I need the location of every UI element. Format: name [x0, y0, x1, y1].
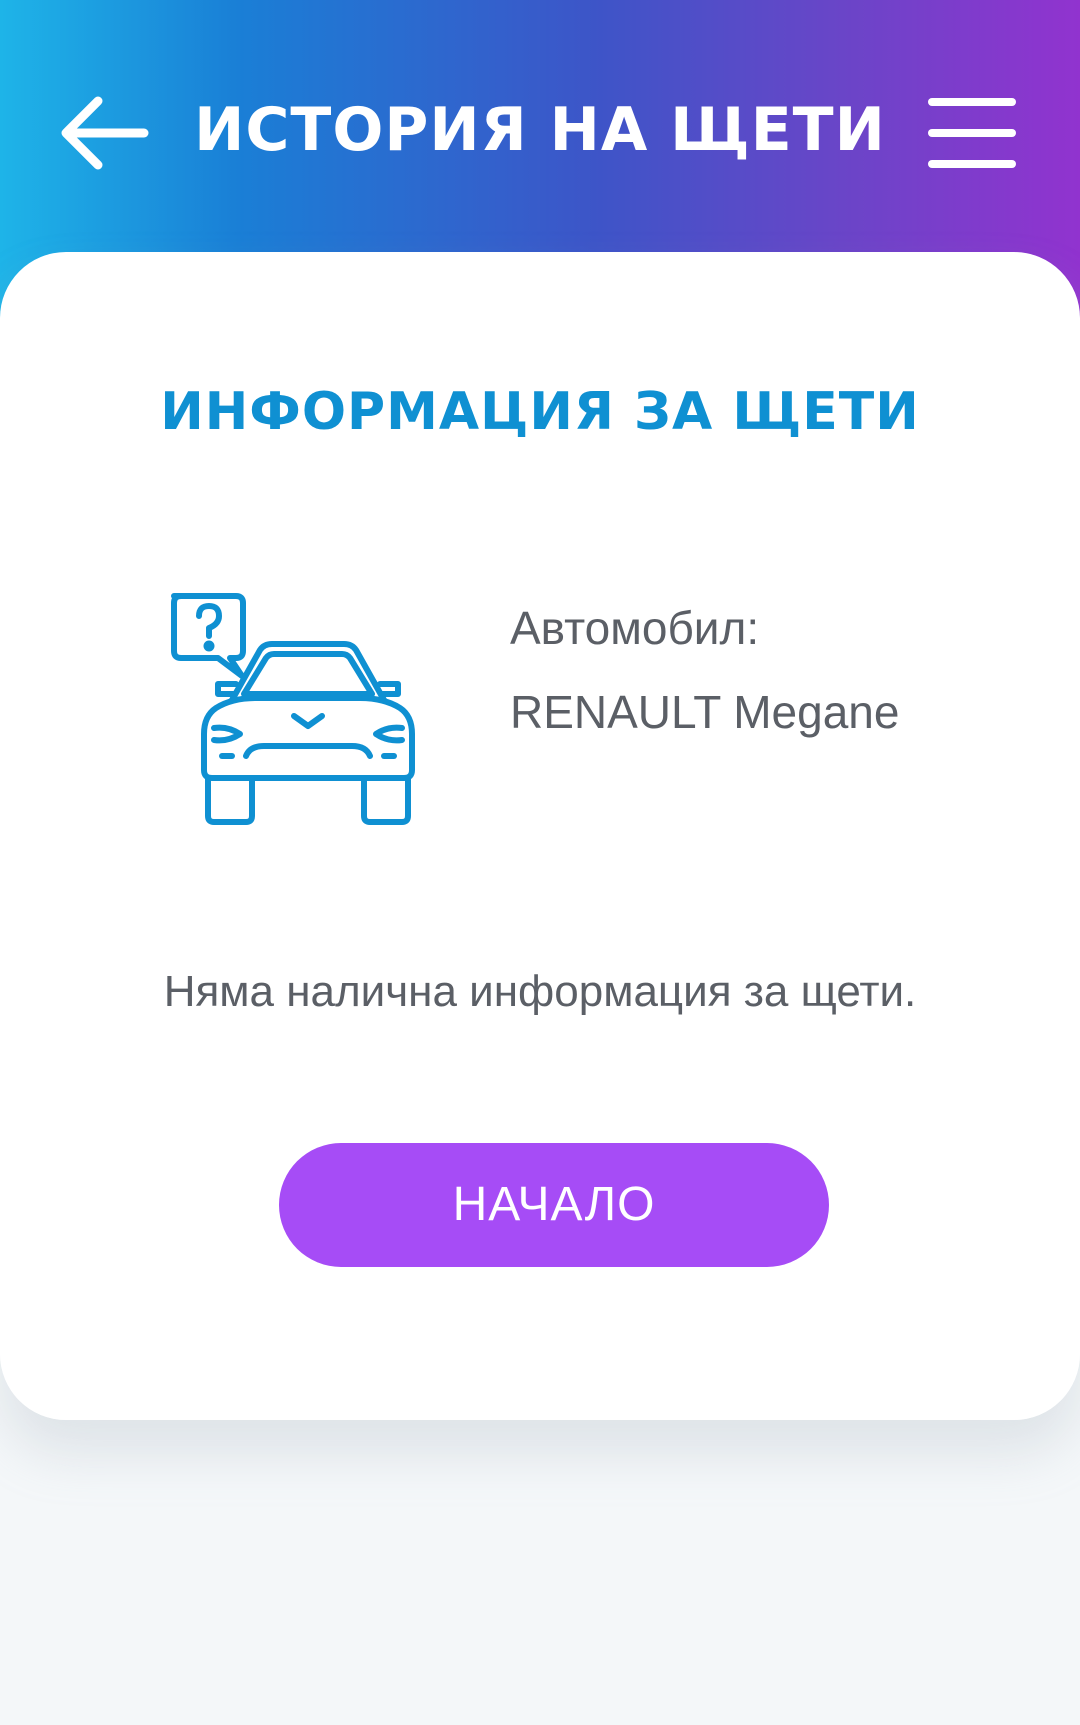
car-question-icon — [166, 590, 450, 828]
back-button[interactable] — [58, 88, 154, 178]
vehicle-value: RENAULT Megane — [510, 686, 900, 738]
hamburger-menu-icon — [928, 98, 1016, 168]
arrow-left-icon — [61, 96, 149, 170]
start-button[interactable]: НАЧАЛО — [279, 1143, 829, 1267]
vehicle-label: Автомобил: — [510, 602, 760, 654]
no-info-message: Няма налична информация за щети. — [163, 967, 917, 1016]
page-title: ИСТОРИЯ НА ЩЕТИ — [194, 95, 886, 165]
damage-info-card: ИНФОРМАЦИЯ ЗА ЩЕТИ Автомобил: RENAULT Me… — [0, 252, 1080, 1420]
card-title: ИНФОРМАЦИЯ ЗА ЩЕТИ — [160, 382, 920, 442]
menu-button[interactable] — [926, 92, 1018, 174]
